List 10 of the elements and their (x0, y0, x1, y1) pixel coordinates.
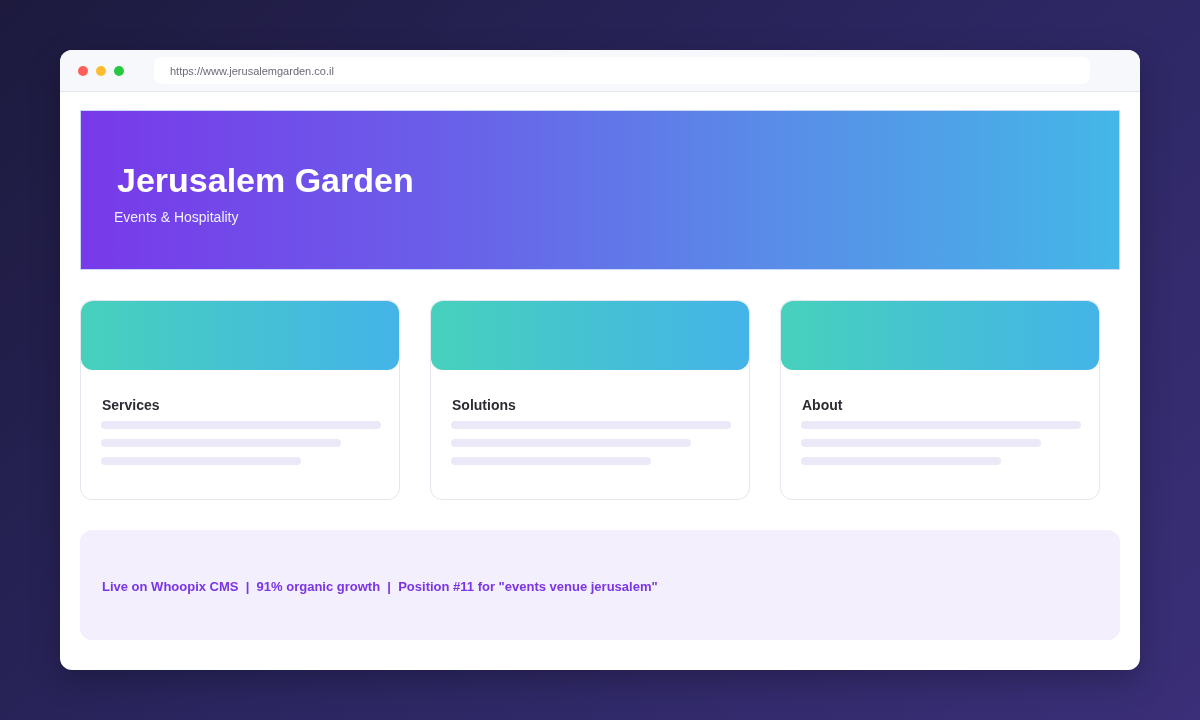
hero-title: Jerusalem Garden (117, 160, 414, 200)
card-title: Services (102, 396, 160, 414)
card-title: Solutions (452, 396, 516, 414)
window-control-dot-icon[interactable] (78, 65, 88, 76)
window-control-dot-icon[interactable] (114, 65, 124, 76)
card-title: About (802, 396, 843, 414)
window-control-dot-icon[interactable] (96, 65, 106, 76)
address-bar[interactable]: https://www.jerusalemgarden.co.il (154, 57, 1090, 84)
hero-subtitle: Events & Hospitality (114, 208, 239, 226)
status-text: Live on Whoopix CMS | 91% organic growth | Position #11 for "events venue jerusalem" (102, 578, 658, 594)
